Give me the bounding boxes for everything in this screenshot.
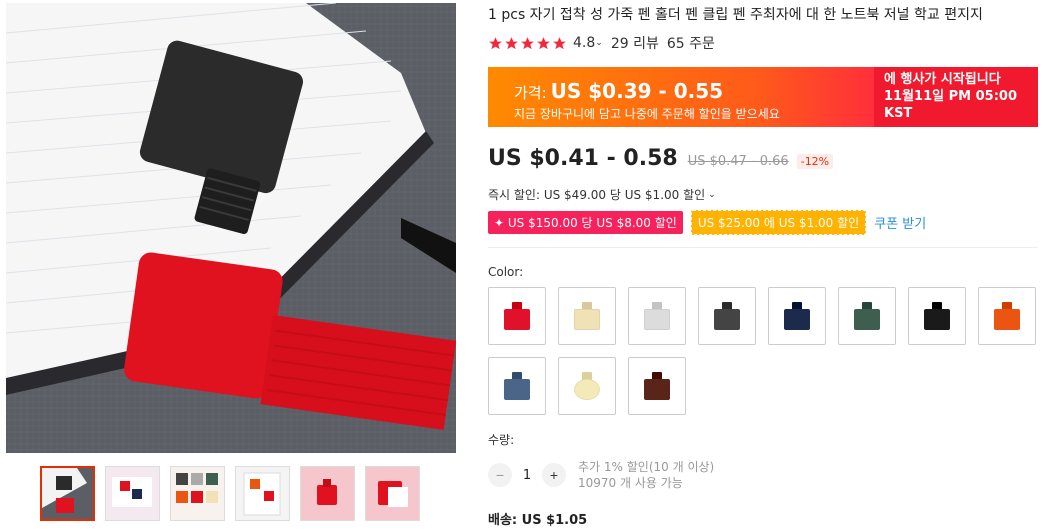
- color-swatch-3[interactable]: [628, 287, 686, 345]
- quantity-label: 수량:: [488, 433, 515, 447]
- color-swatches: [488, 287, 1044, 415]
- rating-stars: [488, 36, 567, 51]
- pen-holder-icon: [854, 302, 880, 330]
- star-icon: [489, 36, 502, 49]
- star-icon: [553, 36, 566, 49]
- instant-discount[interactable]: 즉시 할인: US $49.00 당 US $1.00 할인 ⌄: [488, 186, 716, 203]
- star-icon: [521, 36, 534, 49]
- color-swatch-1[interactable]: [488, 287, 546, 345]
- color-swatch-5[interactable]: [768, 287, 826, 345]
- pen-holder-icon: [924, 302, 950, 330]
- color-swatch-9[interactable]: [488, 357, 546, 415]
- color-label: Color:: [488, 265, 524, 279]
- shipping-cost: 배송: US $1.05: [488, 513, 588, 528]
- color-swatch-8[interactable]: [978, 287, 1036, 345]
- quantity-value[interactable]: 1: [512, 468, 542, 483]
- color-swatch-2[interactable]: [558, 287, 616, 345]
- thumbnail-3[interactable]: [170, 466, 225, 521]
- promo-event-panel: 에 행사가 시작됩니다 11월11일 PM 05:00 KST: [874, 67, 1038, 127]
- pen-holder-icon: [784, 302, 810, 330]
- increase-quantity-button[interactable]: +: [542, 463, 566, 487]
- star-icon: [537, 36, 550, 49]
- pen-holder-icon: [714, 302, 740, 330]
- star-icon: [505, 36, 518, 49]
- reviews-count[interactable]: 29 리뷰: [611, 33, 659, 53]
- pen-holder-icon: [504, 372, 530, 400]
- promo-event-line2: 11월11일 PM 05:00: [884, 89, 1017, 104]
- stock-available-text: 10970 개 사용 가능: [578, 476, 683, 490]
- coupon-25[interactable]: US $25.00 에 US $1.00 할인: [690, 210, 867, 235]
- promo-subtext: 지금 장바구니에 담고 나중에 주문해 할인을 받으세요: [514, 107, 780, 121]
- promo-event-line1: 에 행사가 시작됩니다: [884, 72, 1001, 87]
- promo-price-panel: 가격: US $0.39 - 0.55 지금 장바구니에 담고 나중에 주문해 …: [488, 67, 874, 127]
- thumbnail-1[interactable]: [40, 466, 95, 521]
- instant-discount-text: 즉시 할인: US $49.00 당 US $1.00 할인: [488, 188, 706, 202]
- bulk-discount-text: 추가 1% 할인(10 개 이상): [578, 460, 715, 474]
- coupon-150[interactable]: ✦ US $150.00 당 US $8.00 할인: [488, 211, 683, 234]
- quantity-stepper: − 1 + 추가 1% 할인(10 개 이상) 10970 개 사용 가능: [488, 459, 714, 491]
- discount-badge: -12%: [796, 154, 834, 169]
- current-price: US $0.41 - 0.58: [488, 146, 678, 171]
- price-row: US $0.41 - 0.58 US $0.47 - 0.66 -12%: [488, 146, 834, 171]
- pen-holder-icon: [994, 302, 1020, 330]
- thumbnail-2[interactable]: [105, 466, 160, 521]
- color-swatch-6[interactable]: [838, 287, 896, 345]
- promo-price-label: 가격:: [514, 84, 547, 102]
- pen-holder-icon: [644, 372, 670, 400]
- promo-event-line3: KST: [884, 106, 913, 121]
- color-swatch-10[interactable]: [558, 357, 616, 415]
- chevron-down-icon[interactable]: ⌄: [595, 38, 603, 48]
- divider: [488, 247, 1038, 248]
- rating-row: 4.8 ⌄ 29 리뷰 65 주문: [488, 33, 715, 53]
- decrease-quantity-button[interactable]: −: [488, 463, 512, 487]
- thumbnail-4[interactable]: [235, 466, 290, 521]
- quantity-info: 추가 1% 할인(10 개 이상) 10970 개 사용 가능: [578, 459, 714, 491]
- main-product-image: [6, 3, 456, 453]
- thumbnail-strip: [40, 466, 420, 521]
- promo-banner: 가격: US $0.39 - 0.55 지금 장바구니에 담고 나중에 주문해 …: [488, 67, 1038, 127]
- pen-holder-icon: [574, 372, 600, 400]
- coupon-row: ✦ US $150.00 당 US $8.00 할인 US $25.00 에 U…: [488, 210, 926, 235]
- pen-holder-icon: [574, 302, 600, 330]
- original-price: US $0.47 - 0.66: [687, 154, 789, 169]
- thumbnail-5[interactable]: [300, 466, 355, 521]
- thumbnail-6[interactable]: [365, 466, 420, 521]
- pen-holder-icon: [504, 302, 530, 330]
- chevron-down-icon: ⌄: [708, 189, 716, 200]
- orders-count: 65 주문: [666, 36, 715, 52]
- product-title: 1 pcs 자기 접착 성 가죽 펜 홀더 펜 클립 펜 주최자에 대 한 노트…: [488, 7, 983, 23]
- rating-value[interactable]: 4.8: [573, 35, 595, 51]
- pen-holder-icon: [644, 302, 670, 330]
- get-coupons-link[interactable]: 쿠폰 받기: [874, 213, 926, 232]
- color-swatch-7[interactable]: [908, 287, 966, 345]
- color-swatch-4[interactable]: [698, 287, 756, 345]
- promo-price: US $0.39 - 0.55: [550, 79, 724, 103]
- color-swatch-11[interactable]: [628, 357, 686, 415]
